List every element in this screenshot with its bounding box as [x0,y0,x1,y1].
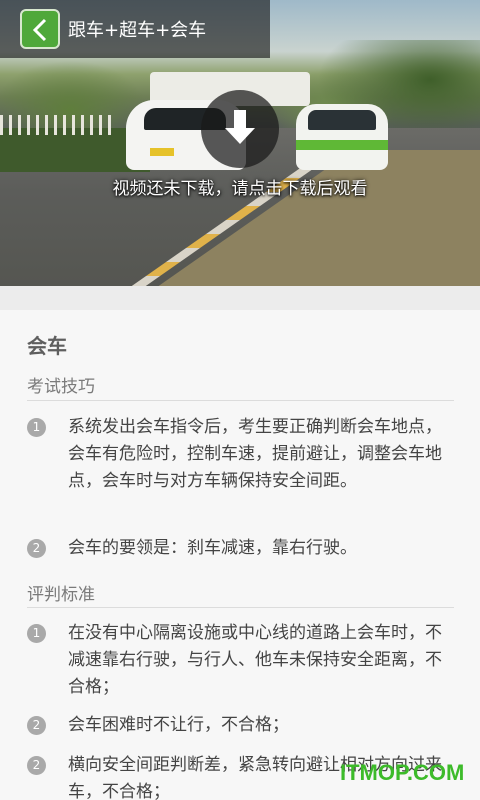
item-text: 在没有中心隔离设施或中心线的道路上会车时，不减速靠右行驶，与行人、他车未保持安全… [68,623,442,697]
list-item: 2 会车的要领是：刹车减速，靠右行驶。 [27,535,457,565]
number-badge: 2 [27,716,46,735]
video-scene-fence [0,115,115,135]
section-divider [0,286,480,310]
title-bar: 跟车+超车+会车 [0,0,270,58]
article-content[interactable]: 会车 考试技巧 1 系统发出会车指令后，考生要正确判断会车地点，会车有危险时，控… [0,286,480,800]
page-title: 跟车+超车+会车 [68,20,207,41]
criteria-heading: 评判标准 [27,585,95,605]
video-scene-plate [150,148,174,156]
list-item: 2 会车困难时不让行，不合格； [27,712,457,742]
section-title: 会车 [27,334,67,358]
number-badge: 1 [27,418,46,437]
article-card: 会车 考试技巧 1 系统发出会车指令后，考生要正确判断会车地点，会车有危险时，控… [0,310,480,800]
watermark-logo: ITMOP.COM [340,760,465,785]
number-badge: 2 [27,539,46,558]
video-scene-taxi-stripe [296,140,388,150]
back-button[interactable] [20,9,60,49]
item-text: 会车困难时不让行，不合格； [68,715,289,735]
number-badge: 2 [27,756,46,775]
chevron-left-icon [32,18,47,42]
video-scene-car-right [296,104,388,170]
tips-divider [27,400,454,401]
item-text: 会车的要领是：刹车减速，靠右行驶。 [68,538,357,558]
download-arrow-icon [225,110,255,144]
list-item: 1 系统发出会车指令后，考生要正确判断会车地点，会车有危险时，控制车速，提前避让… [27,414,457,524]
download-prompt: 视频还未下载，请点击下载后观看 [112,179,368,199]
item-text: 系统发出会车指令后，考生要正确判断会车地点，会车有危险时，控制车速，提前避让，调… [68,417,442,491]
number-badge: 1 [27,624,46,643]
criteria-divider [27,607,454,608]
tips-heading: 考试技巧 [27,377,95,397]
download-button[interactable] [201,90,279,168]
list-item: 1 在没有中心隔离设施或中心线的道路上会车时，不减速靠右行驶，与行人、他车未保持… [27,620,457,704]
